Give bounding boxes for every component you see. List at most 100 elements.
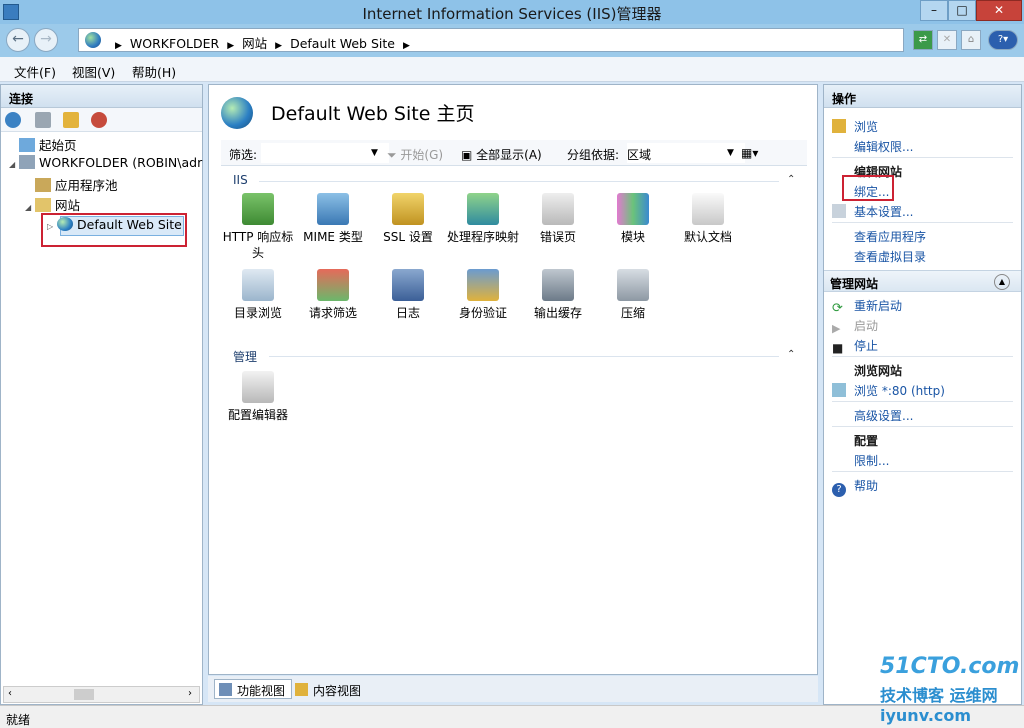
action-edit-permissions[interactable]: 编辑权限... [854, 138, 913, 155]
feature-default-document[interactable]: 默认文档 [671, 193, 745, 245]
show-all-button[interactable]: ▣ 全部显示(A) [461, 146, 542, 163]
browse-site-icon [832, 383, 846, 397]
manage-site-header[interactable]: 管理网站 ▲ [824, 270, 1021, 292]
help-icon: ? [832, 483, 846, 497]
feature-authentication[interactable]: 身份验证 [446, 269, 520, 321]
window-title: Internet Information Services (IIS)管理器 [362, 5, 662, 23]
action-limits[interactable]: 限制... [854, 452, 889, 469]
collapse-group-icon[interactable]: ⌃ [787, 174, 795, 185]
tree-server[interactable]: ◢ WORKFOLDER (ROBIN\adr [9, 155, 202, 175]
scroll-right-icon[interactable]: › [188, 688, 192, 699]
forward-arrow-icon[interactable]: → [34, 28, 58, 52]
chevron-right-icon: ▶ [402, 41, 410, 51]
back-arrow-icon[interactable]: ← [6, 28, 30, 52]
expand-toggle-icon[interactable]: ◢ [25, 203, 35, 212]
maximize-button[interactable]: □ [948, 0, 976, 21]
collapse-section-icon[interactable]: ▲ [994, 274, 1010, 290]
action-stop[interactable]: ■ 停止 [832, 337, 878, 355]
divider [832, 157, 1013, 158]
divider [832, 401, 1013, 402]
feature-request-filtering[interactable]: 请求筛选 [296, 269, 370, 321]
feature-error-pages[interactable]: 错误页 [521, 193, 595, 245]
stop-icon[interactable]: ✕ [937, 30, 957, 50]
save-icon[interactable] [35, 112, 51, 128]
configuration-editor-icon [242, 371, 274, 403]
minimize-button[interactable]: – [920, 0, 948, 21]
address-bar[interactable]: ▶ WORKFOLDER ▶ 网站 ▶ Default Web Site ▶ [78, 28, 904, 52]
divider [832, 222, 1013, 223]
output-caching-icon [542, 269, 574, 301]
feature-directory-browsing[interactable]: 目录浏览 [221, 269, 295, 321]
features-panel: Default Web Site 主页 筛选: ▼ ⏷ 开始(G) ▣ 全部显示… [208, 84, 818, 675]
chevron-down-icon[interactable]: ▼ [371, 148, 378, 158]
address-toolbar: ← → ▶ WORKFOLDER ▶ 网站 ▶ Default Web Site ▶ ⇄ ✕… [0, 24, 1024, 57]
breadcrumb-server[interactable]: WORKFOLDER [130, 36, 219, 51]
filter-input[interactable] [261, 143, 389, 163]
group-divider [269, 356, 779, 357]
tab-features-view[interactable]: 功能视图 [214, 679, 293, 699]
home-icon[interactable]: ⌂ [961, 30, 981, 50]
features-view-icon [219, 683, 232, 696]
section-browse-site: 浏览网站 [854, 364, 903, 378]
menu-view[interactable]: 视图(V) [72, 62, 115, 81]
group-by-select[interactable]: 区域 ▼ [627, 143, 745, 163]
action-advanced-settings[interactable]: 高级设置... [854, 407, 913, 424]
tree-app-pools[interactable]: 应用程序池 [35, 175, 118, 195]
start-filter-button[interactable]: ⏷ 开始(G) [387, 146, 443, 163]
settings-icon [832, 204, 846, 218]
feature-handler-mappings[interactable]: 处理程序映射 [446, 193, 520, 245]
close-button[interactable]: ✕ [976, 0, 1022, 21]
feature-output-caching[interactable]: 输出缓存 [521, 269, 595, 321]
feature-mime-types[interactable]: MIME 类型 [296, 193, 370, 245]
scroll-left-icon[interactable]: ‹ [8, 688, 12, 699]
tree-sites[interactable]: ◢ 网站 [25, 195, 80, 215]
help-icon[interactable]: ?▾ [988, 30, 1018, 50]
breadcrumb-sites[interactable]: 网站 [242, 36, 267, 51]
collapse-group-icon[interactable]: ⌃ [787, 349, 795, 360]
divider [832, 356, 1013, 357]
menu-help[interactable]: 帮助(H) [132, 62, 176, 81]
action-help[interactable]: ? 帮助 [832, 477, 878, 497]
scroll-thumb[interactable] [74, 689, 94, 700]
connections-header: 连接 [1, 85, 202, 108]
stop-icon: ■ [832, 341, 844, 355]
expand-toggle-icon[interactable]: ◢ [9, 160, 19, 169]
group-by-value: 区域 [627, 148, 652, 162]
filter-bar: 筛选: ▼ ⏷ 开始(G) ▣ 全部显示(A) 分组依据: 区域 ▼ ▦▾ [221, 140, 807, 166]
watermark-text: 技术博客 运维网 iyunv.com [880, 686, 998, 725]
sites-folder-icon [35, 198, 51, 212]
group-divider [259, 181, 779, 182]
feature-ssl-settings[interactable]: SSL 设置 [371, 193, 445, 245]
feature-http-response-headers[interactable]: HTTP 响应标头 [221, 193, 295, 261]
tab-content-view[interactable]: 内容视图 [290, 679, 368, 699]
view-mode-icon[interactable]: ▦▾ [741, 146, 758, 160]
content-view-icon [295, 683, 308, 696]
feature-compression[interactable]: 压缩 [596, 269, 670, 321]
horizontal-scrollbar[interactable]: ‹ › [3, 686, 200, 703]
tree-start-page[interactable]: 起始页 [19, 135, 77, 155]
action-browse-80[interactable]: 浏览 *:80 (http) [832, 382, 945, 399]
page-title: Default Web Site 主页 [271, 103, 475, 125]
action-restart[interactable]: ⟳ 重新启动 [832, 297, 902, 316]
breadcrumb-site[interactable]: Default Web Site [290, 36, 395, 51]
disconnect-icon[interactable] [91, 112, 107, 128]
action-basic-settings[interactable]: 基本设置... [832, 203, 913, 220]
action-view-applications[interactable]: 查看应用程序 [854, 228, 926, 245]
authentication-icon [467, 269, 499, 301]
menu-file[interactable]: 文件(F) [14, 62, 56, 81]
feature-logging[interactable]: 日志 [371, 269, 445, 321]
feature-modules[interactable]: 模块 [596, 193, 670, 245]
chevron-down-icon: ▼ [727, 148, 734, 158]
folder-up-icon[interactable] [63, 112, 79, 128]
feature-configuration-editor[interactable]: 配置编辑器 [221, 371, 295, 423]
action-view-virtual-dirs[interactable]: 查看虚拟目录 [854, 248, 926, 265]
breadcrumb: ▶ WORKFOLDER ▶ 网站 ▶ Default Web Site ▶ [107, 33, 418, 52]
group-manage-label: 管理 [233, 350, 258, 364]
section-configure: 配置 [854, 434, 879, 448]
action-start[interactable]: ▶ 启动 [832, 317, 878, 336]
connect-icon[interactable] [5, 112, 21, 128]
network-icon[interactable]: ⇄ [913, 30, 933, 50]
compression-icon [617, 269, 649, 301]
logging-icon [392, 269, 424, 301]
action-browse[interactable]: 浏览 [832, 118, 878, 135]
